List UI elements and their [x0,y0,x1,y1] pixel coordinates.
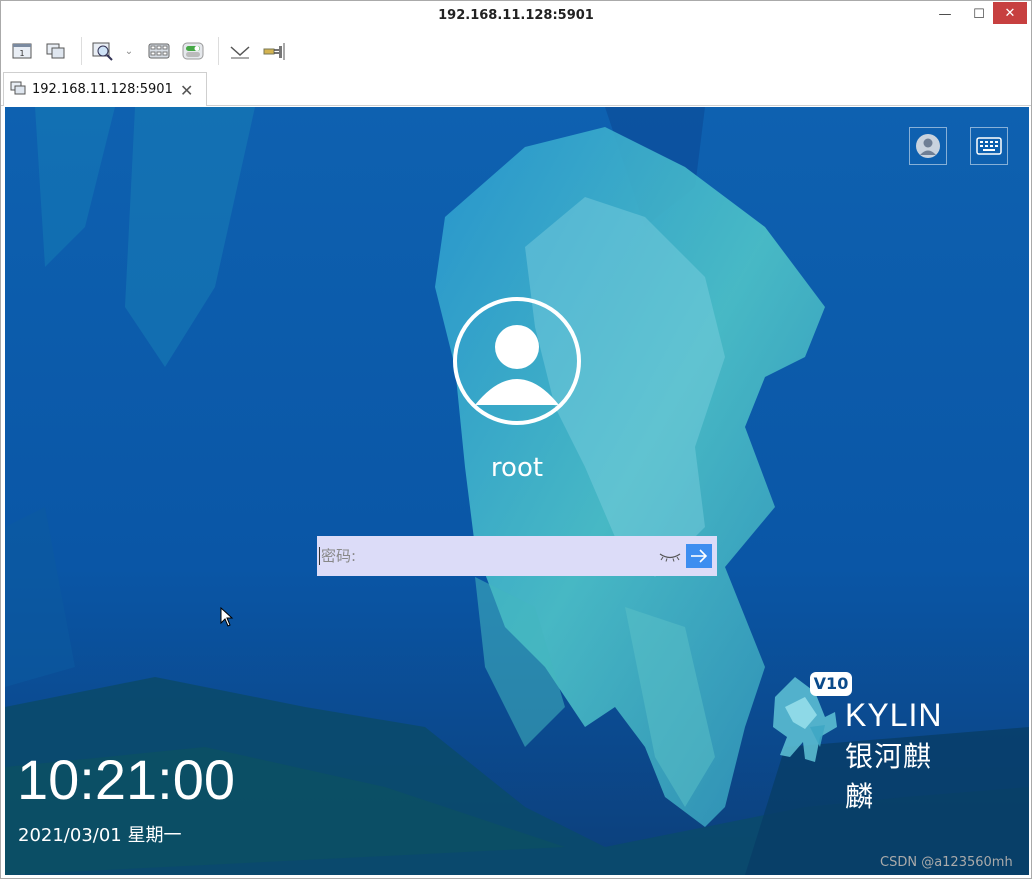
watermark-text: CSDN @a123560mh [880,855,1013,870]
show-password-icon[interactable] [658,548,682,567]
collapse-toolbar-icon[interactable] [225,36,255,66]
password-placeholder: 密码: [319,547,357,565]
mouse-cursor-icon [220,606,234,631]
toggle-icon[interactable] [178,36,208,66]
login-username: root [490,453,544,483]
lockscreen-date: 2021/03/01 星期一 [18,825,182,846]
tab-remote-session[interactable]: 192.168.11.128:5901 ✕ [3,72,207,106]
brand-name: KYLIN [845,697,943,733]
keyboard-grid-icon[interactable] [144,36,174,66]
version-badge: V10 [810,672,852,696]
virtual-keyboard-icon[interactable] [970,127,1008,165]
login-submit-button[interactable] [686,544,712,568]
switch-user-icon[interactable] [909,127,947,165]
plugin-icon[interactable] [259,36,289,66]
new-connection-icon[interactable]: 1 [7,36,37,66]
password-field[interactable]: 密码: [317,536,717,576]
toolbar-separator [218,37,219,65]
vnc-viewer-window: 192.168.11.128:5901 — ☐ ✕ 1 ⌄ 192.168.11… [0,0,1032,879]
chevron-down-icon[interactable]: ⌄ [122,36,136,66]
svg-text:1: 1 [19,49,24,58]
toolbar-separator [81,37,82,65]
tab-close-icon[interactable]: ✕ [180,81,193,100]
remote-desktop-view[interactable]: root 密码: 10:21:00 2021/03/01 星期一 V10 KYL… [5,107,1029,875]
minimize-button[interactable]: — [931,4,959,24]
close-button[interactable]: ✕ [993,2,1027,24]
monitor-icon [10,80,26,99]
toolbar: 1 ⌄ [1,32,1031,70]
zoom-search-icon[interactable] [88,36,118,66]
title-bar: 192.168.11.128:5901 — ☐ ✕ [1,1,1031,32]
window-title: 192.168.11.128:5901 [438,8,594,23]
tab-label: 192.168.11.128:5901 [32,82,173,97]
lockscreen-clock: 10:21:00 [17,748,235,811]
windows-icon[interactable] [41,36,71,66]
brand-name-cn: 银河麒麟 [845,740,933,813]
arrow-right-icon [691,549,708,563]
user-avatar [453,297,581,425]
user-silhouette-icon [475,325,559,405]
tab-bar: 192.168.11.128:5901 ✕ [1,70,1031,106]
maximize-button[interactable]: ☐ [965,4,993,24]
kylin-logo: V10 KYLIN 银河麒麟 [765,667,955,813]
